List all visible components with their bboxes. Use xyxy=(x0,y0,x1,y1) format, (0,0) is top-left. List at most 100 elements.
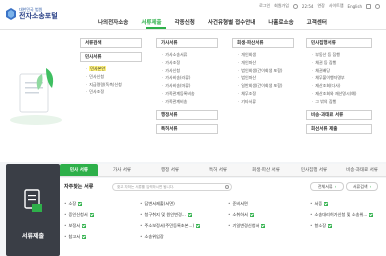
check-icon xyxy=(82,223,87,228)
nav-customer-center[interactable]: 고객센터 xyxy=(307,18,327,26)
document-submit-icon xyxy=(24,189,42,212)
menu-item-civil-main[interactable]: 민사본안 xyxy=(86,65,142,73)
menu-item[interactable]: 부동산 등 집행 xyxy=(312,51,372,59)
frequent-doc-item[interactable]: • 소송위임장 xyxy=(140,233,228,240)
document-illustration xyxy=(10,68,62,125)
utility-bar: 로그인 회원가입 22:54 연장 사이트맵 English xyxy=(259,3,380,9)
nav-case-guide[interactable]: 사건유형별 접수안내 xyxy=(208,18,255,26)
menu-item[interactable]: 가사비송(마류) xyxy=(162,82,218,90)
login-link[interactable]: 로그인 xyxy=(259,3,270,9)
frequent-doc-item[interactable]: • 준비서면 xyxy=(228,200,310,207)
frequent-doc-item[interactable]: • 답변서제출(서면) xyxy=(140,200,228,207)
nav-my-ecourt[interactable]: 나의전자소송 xyxy=(98,18,128,26)
menu-head-family[interactable]: 가사서류 xyxy=(156,38,218,48)
site-logo[interactable]: 대한민국 법원 전자소송포털 xyxy=(6,8,58,20)
mega-menu: 서류검색 민사서류 민사본안 민사신청 지급명령(독촉)신청 민사조정 가사서류… xyxy=(0,30,386,152)
menu-item[interactable]: 채권배당 xyxy=(312,67,372,75)
all-documents-button[interactable]: 전체서류 › xyxy=(310,182,344,191)
court-logo-icon xyxy=(6,8,16,20)
tab-family[interactable]: 가사 서류 xyxy=(98,164,146,176)
menu-item[interactable]: 개인파산 xyxy=(238,59,294,67)
document-search-input[interactable]: 찾고 자하는 서류를 입력하시면 됩니다. xyxy=(112,183,232,191)
frequent-doc-item[interactable]: • 서증 xyxy=(310,200,384,207)
menu-item[interactable]: 가사소송서류 xyxy=(162,51,218,59)
menu-item-civil-apply[interactable]: 민사신청 xyxy=(86,73,142,81)
check-icon xyxy=(187,212,192,217)
sitemap-link[interactable]: 사이트맵 xyxy=(329,3,344,9)
check-icon xyxy=(89,212,94,217)
menu-head-admin[interactable]: 행정서류 xyxy=(156,109,218,120)
frequent-doc-item[interactable]: • 소송대리허가신청 및 소송위... xyxy=(310,211,384,218)
menu-head-bankruptcy[interactable]: 회생·파산서류 xyxy=(232,38,294,48)
menu-item[interactable]: 그 밖의 집행 xyxy=(312,98,372,106)
menu-column-family: 가사서류 가사소송서류 가사조정 가사신청 가사비송(라류) 가사비송(마류) … xyxy=(156,38,218,134)
search-icon[interactable] xyxy=(375,3,380,9)
check-icon xyxy=(249,212,254,217)
document-tabs: 민사 서류 가사 서류 행정 서류 특허 서류 회생·파산 서류 민사집행 서류… xyxy=(60,164,386,177)
settings-icon[interactable] xyxy=(366,3,371,9)
frequent-doc-item[interactable]: • 기일변경신청서 xyxy=(228,222,310,229)
tab-noncontentious[interactable]: 비송·과태료 서류 xyxy=(338,164,386,176)
menu-item[interactable]: 가사신청 xyxy=(162,67,218,75)
nav-applications[interactable]: 각종신청 xyxy=(175,18,195,26)
menu-item[interactable]: 가사비송(라류) xyxy=(162,74,218,82)
document-search-button[interactable]: 서류검색 › xyxy=(346,182,378,191)
frequent-doc-item[interactable]: • 보정서 xyxy=(64,222,140,229)
frequent-doc-item[interactable]: • 항소장 xyxy=(310,222,384,229)
active-nav-indicator xyxy=(146,27,166,29)
nav-self-litigation[interactable]: 나홀로소송 xyxy=(268,18,293,26)
check-icon xyxy=(78,201,83,206)
menu-item[interactable]: 재산조회(다사) xyxy=(312,82,372,90)
panel-title: 서류제출 xyxy=(21,233,45,240)
menu-item-civil-mediation[interactable]: 민사조정 xyxy=(86,88,142,96)
menu-head-civil[interactable]: 민사서류 xyxy=(80,52,142,62)
menu-item[interactable]: 개인회생 xyxy=(238,51,294,59)
menu-head-doc-search[interactable]: 서류검색 xyxy=(80,38,142,48)
menu-item[interactable]: 가사조정 xyxy=(162,59,218,67)
menu-column-execution: 민사집행서류 부동산 등 집행 채권 등 집행 채권배당 채무불이행자명부 재산… xyxy=(306,38,372,134)
english-link[interactable]: English xyxy=(348,4,362,9)
menu-item[interactable]: 채무불이행자명부 xyxy=(312,74,372,82)
all-documents-label: 전체서류 xyxy=(317,183,333,189)
menu-head-execution[interactable]: 민사집행서류 xyxy=(306,38,372,48)
tab-admin[interactable]: 행정 서류 xyxy=(146,164,194,176)
check-icon xyxy=(369,212,374,217)
frequent-doc-item[interactable]: • 주소보정서(주민등록초본...) xyxy=(140,222,228,229)
tab-execution[interactable]: 민사집행 서류 xyxy=(290,164,338,176)
signup-link[interactable]: 회원가입 xyxy=(274,3,289,9)
nav-document-submit[interactable]: 서류제출 xyxy=(141,18,161,26)
chevron-right-icon: › xyxy=(369,184,372,189)
submit-panel: 서류제출 xyxy=(6,164,60,256)
tab-bankruptcy[interactable]: 회생·파산 서류 xyxy=(242,164,290,176)
menu-head-patent[interactable]: 특허서류 xyxy=(156,123,218,134)
menu-item[interactable]: 채권 등 집행 xyxy=(312,59,372,67)
frequent-doc-item[interactable]: • 증인신청서 xyxy=(64,211,140,218)
menu-item[interactable]: 가족관계비송 xyxy=(162,98,218,106)
menu-item[interactable]: 채무조정 xyxy=(238,90,294,98)
menu-item-payment-order[interactable]: 지급명령(독촉)신청 xyxy=(86,81,142,89)
frequent-doc-item[interactable]: • 소취하서 xyxy=(228,211,310,218)
menu-item[interactable]: 기타서류 xyxy=(238,98,294,106)
frequent-doc-item[interactable]: • 청구취지 및 원인변경... xyxy=(140,211,228,218)
tab-civil[interactable]: 민사 서류 xyxy=(60,164,98,176)
frequent-doc-item[interactable]: • 소장 xyxy=(64,200,140,207)
search-placeholder: 찾고 자하는 서류를 입력하시면 됩니다. xyxy=(117,185,175,189)
menu-item[interactable]: 일반회생(간이회생 포함) xyxy=(238,82,294,90)
frequent-docs-title: 자주찾는 서류 xyxy=(64,184,94,190)
chevron-right-icon: › xyxy=(334,184,337,189)
clock-icon xyxy=(292,3,298,9)
frequent-doc-item[interactable]: • 참고서 xyxy=(64,233,140,240)
check-icon xyxy=(261,223,266,228)
tab-patent[interactable]: 특허 서류 xyxy=(194,164,242,176)
menu-item[interactable]: 법인회생(간이회생 포함) xyxy=(238,67,294,75)
menu-item[interactable]: 가족관계등록비송 xyxy=(162,90,218,98)
menu-item[interactable]: 재산조회와 재산명시(예) xyxy=(312,90,372,98)
tab-content: 자주찾는 서류 찾고 자하는 서류를 입력하시면 됩니다. 전체서류 › 서류검색… xyxy=(60,178,386,256)
extend-session-link[interactable]: 연장 xyxy=(317,3,324,9)
menu-head-noncontentious[interactable]: 비송·과태료 서류 xyxy=(306,109,372,120)
session-timer: 22:54 xyxy=(301,3,314,9)
search-icon[interactable] xyxy=(225,185,229,189)
check-icon xyxy=(328,223,333,228)
menu-head-rehab-submit[interactable]: 회선서류 제출 xyxy=(306,123,372,134)
menu-item[interactable]: 법인파산 xyxy=(238,74,294,82)
